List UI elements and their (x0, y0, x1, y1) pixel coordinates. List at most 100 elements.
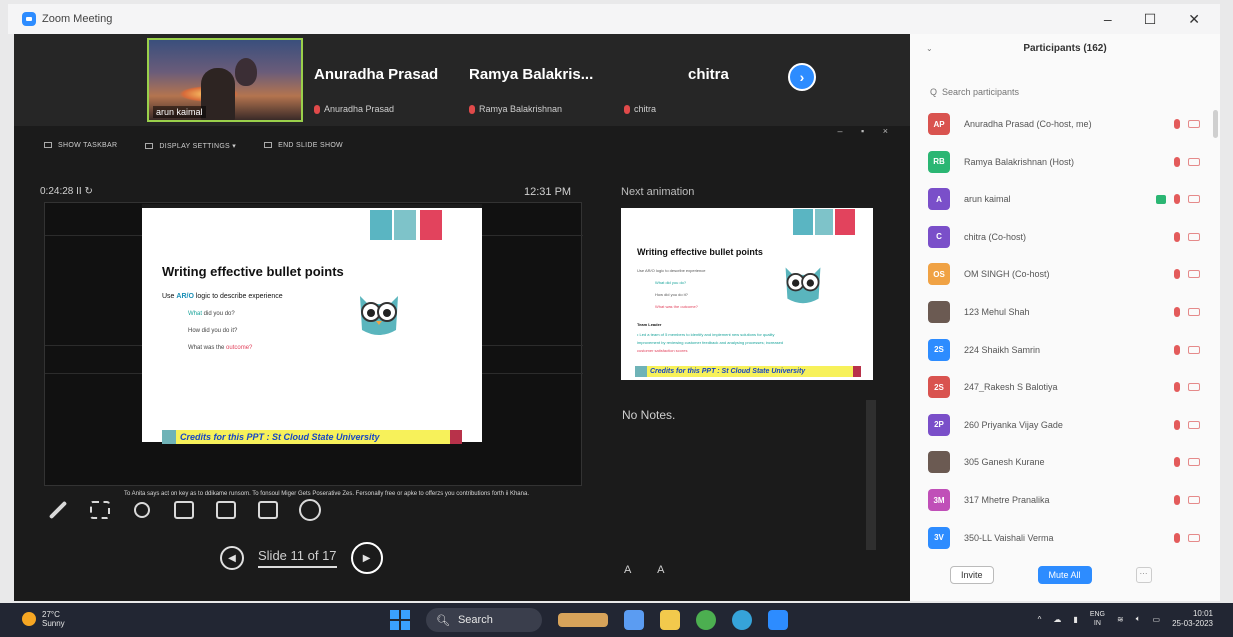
slide-counter[interactable]: Slide 11 of 17 (258, 548, 337, 568)
tile-anuradha[interactable]: Anuradha Prasad Anuradha Prasad (314, 34, 464, 126)
video-off-icon[interactable] (1188, 270, 1200, 279)
tile-chitra[interactable]: chitra chitra (624, 34, 744, 126)
meet-app-icon[interactable] (624, 610, 644, 630)
mic-muted-icon[interactable] (1174, 344, 1180, 355)
search-highlight-icon[interactable] (558, 613, 608, 627)
mic-muted-icon[interactable] (1174, 119, 1180, 129)
windows-start-icon[interactable] (390, 610, 410, 630)
self-video-tile[interactable]: arun kaimal (147, 38, 303, 122)
strip-window-tools[interactable]: – ▪ × (838, 126, 896, 136)
volume-icon[interactable]: 🔈︎ (1136, 614, 1141, 624)
video-off-icon[interactable] (1188, 232, 1200, 241)
participant-status-icons (1174, 382, 1200, 393)
pointer-options-icon[interactable] (170, 496, 198, 524)
file-explorer-icon[interactable] (660, 610, 680, 630)
participant-row[interactable]: AP Anuradha Prasad (Co-host, me) (928, 110, 1208, 138)
mic-muted-icon[interactable] (1174, 231, 1180, 242)
zoom-taskbar-icon[interactable] (768, 610, 788, 630)
video-off-icon[interactable] (1188, 383, 1200, 392)
participant-row[interactable]: 2S 247_Rakesh S Balotiya (928, 373, 1208, 401)
end-show-icon (264, 142, 273, 149)
next-slide-button[interactable]: ▶ (350, 542, 383, 574)
tile-name: chitra (688, 66, 729, 83)
slide-bullet-3: What was the outcome? (188, 345, 253, 351)
show-hidden-icons-chevron-icon[interactable]: ^ (1038, 615, 1042, 624)
edge-icon[interactable] (732, 610, 752, 630)
participants-search-input[interactable] (930, 84, 1200, 100)
show-taskbar-button[interactable]: SHOW TASKBAR (44, 142, 117, 150)
previous-slide-button[interactable]: ◀ (220, 546, 244, 570)
avatar: 2S (928, 338, 950, 361)
screen-display-icon[interactable] (212, 496, 240, 524)
participants-scrollbar[interactable] (1213, 110, 1218, 138)
video-off-icon[interactable] (1188, 308, 1200, 316)
elapsed-timer[interactable]: 0:24:28 II ↻ (40, 186, 93, 197)
speaker-notes[interactable]: No Notes. (614, 400, 876, 550)
more-options-button[interactable]: ··· (1135, 567, 1152, 583)
end-slide-show-button[interactable]: END SLIDE SHOW (264, 142, 343, 150)
screen: Zoom Meeting – ☐ ✕ arun kaimal Anuradha … (0, 0, 1233, 637)
mic-muted-icon (624, 105, 630, 115)
video-off-icon[interactable] (1188, 496, 1200, 504)
display-settings-button[interactable]: DISPLAY SETTINGS ▾ (145, 142, 236, 150)
see-all-slides-icon[interactable] (86, 496, 114, 524)
battery-icon[interactable]: ▭ (1153, 615, 1161, 624)
participant-status-icons (1156, 194, 1200, 205)
mic-muted-icon[interactable] (1174, 382, 1180, 393)
wifi-icon[interactable]: ≋ (1117, 615, 1124, 624)
participant-row[interactable]: Aarun kaimal (928, 185, 1208, 213)
next-slide-preview[interactable]: Writing effective bullet points Use AR/O… (621, 204, 873, 380)
video-off-icon[interactable] (1188, 120, 1200, 128)
zoom-slide-icon[interactable] (128, 496, 156, 524)
participant-status-icons (1174, 119, 1200, 129)
participant-name: 247_Rakesh S Balotiya (964, 382, 1058, 393)
taskbar-search[interactable]: 🔍︎ Search (426, 608, 542, 632)
participants-panel: ⌄ Participants (162) APAnuradha Prasad (… (910, 34, 1220, 601)
tile-ramya[interactable]: Ramya Balakris... Ramya Balakrishnan (469, 34, 629, 126)
mute-all-button[interactable]: Mute All (1037, 566, 1092, 584)
video-off-icon[interactable] (1188, 533, 1200, 542)
participant-row[interactable]: 2P 260 Priyanka Vijay Gade (928, 411, 1208, 439)
date-time[interactable]: 10:01 25-03-2023 (1172, 609, 1213, 629)
language-indicator[interactable]: ENG IN (1090, 610, 1105, 628)
video-off-icon[interactable] (1188, 420, 1200, 429)
mic-muted-icon[interactable] (1174, 419, 1180, 430)
participant-row[interactable]: OS OM SINGH (Co-host) (928, 260, 1208, 288)
minimize-button[interactable]: – (1104, 11, 1112, 27)
pen-tool-icon[interactable] (44, 496, 72, 524)
cloud-icon[interactable]: ☁ (1053, 615, 1061, 624)
participant-row[interactable]: 3V 350-LL Vaishali Verma (928, 524, 1208, 552)
notes-font-size-controls[interactable]: A A (624, 564, 677, 576)
mic-muted-icon[interactable] (1174, 269, 1180, 280)
more-options-icon[interactable] (296, 496, 324, 524)
notes-scrollbar[interactable] (866, 400, 876, 550)
video-off-icon[interactable] (1188, 458, 1200, 467)
current-slide[interactable]: Writing effective bullet points Use AR/O… (142, 204, 482, 444)
participant-row[interactable]: 3M 317 Mhetre Pranalika (928, 486, 1208, 514)
participant-row[interactable]: 123 Mehul Shah (928, 298, 1208, 326)
participant-status-icons (1174, 307, 1200, 317)
close-button[interactable]: ✕ (1188, 11, 1200, 28)
video-off-icon[interactable] (1188, 157, 1200, 166)
participant-row[interactable]: RB Ramya Balakrishnan (Host) (928, 148, 1208, 176)
mic-muted-icon[interactable] (1174, 495, 1180, 505)
participant-row[interactable]: 2S 224 Shaikh Samrin (928, 336, 1208, 364)
participant-name: Ramya Balakrishnan (Host) (964, 156, 1075, 167)
mic-muted-icon[interactable] (1174, 194, 1180, 205)
participant-row[interactable]: 305 Ganesh Kurane (928, 448, 1208, 476)
weather-widget[interactable]: 27°C Sunny (22, 610, 65, 628)
maximize-button[interactable]: ☐ (1144, 11, 1157, 28)
invite-button[interactable]: Invite (950, 566, 994, 584)
next-page-arrow-icon[interactable]: › (788, 63, 816, 91)
camera-off-icon[interactable] (254, 496, 282, 524)
mic-muted-icon[interactable] (1174, 532, 1180, 543)
video-off-icon[interactable] (1188, 345, 1200, 354)
video-off-icon[interactable] (1188, 195, 1200, 204)
usb-icon[interactable]: ▮ (1073, 615, 1077, 624)
participant-row[interactable]: Cchitra (Co-host) (928, 223, 1208, 251)
mic-muted-icon[interactable] (1174, 307, 1180, 317)
mic-muted-icon[interactable] (1174, 457, 1180, 468)
chrome-icon[interactable] (696, 610, 716, 630)
mic-muted-icon[interactable] (1174, 156, 1180, 167)
slide-header-bar (142, 204, 482, 244)
